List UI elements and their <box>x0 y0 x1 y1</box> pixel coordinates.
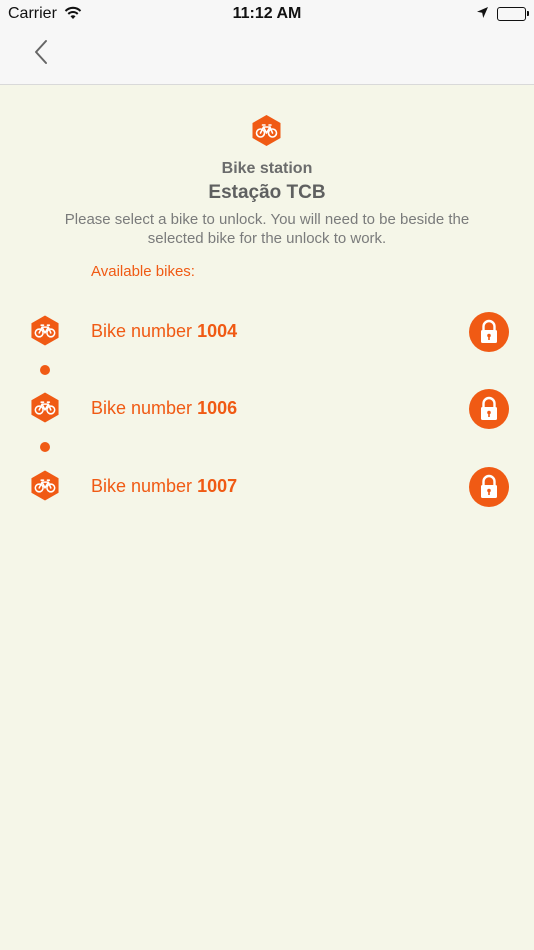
bike-station-icon <box>251 114 282 152</box>
station-type-label: Bike station <box>221 160 313 177</box>
bike-label: Bike number <box>91 321 198 341</box>
bike-number: 1007 <box>197 476 238 496</box>
bike-icon <box>30 314 60 352</box>
station-name: Estação TCB <box>208 182 326 203</box>
connector-dot <box>40 442 50 452</box>
bike-name: Bike number 1007 <box>91 476 237 497</box>
unlock-button[interactable] <box>469 312 509 352</box>
status-bar: Carrier 11:12 AM <box>0 0 534 28</box>
unlock-instructions: Please select a bike to unlock. You will… <box>64 211 470 247</box>
bike-label: Bike number <box>91 398 198 418</box>
back-button[interactable] <box>24 38 58 72</box>
available-bikes-heading: Available bikes: <box>91 263 195 280</box>
bike-label: Bike number <box>91 476 198 496</box>
bike-name: Bike number 1006 <box>91 398 237 419</box>
location-arrow-icon <box>476 6 489 24</box>
chevron-left-icon <box>35 40 47 64</box>
lock-icon <box>481 319 497 343</box>
unlock-button[interactable] <box>469 467 509 507</box>
bike-icon <box>30 469 60 507</box>
battery-icon <box>497 7 529 21</box>
bike-number: 1004 <box>197 321 238 341</box>
unlock-button[interactable] <box>469 389 509 429</box>
lock-icon <box>481 396 497 420</box>
bike-name: Bike number 1004 <box>91 321 237 342</box>
navigation-bar <box>0 28 534 85</box>
bike-row-1007[interactable]: Bike number 1007 <box>0 464 534 508</box>
status-time: 11:12 AM <box>232 5 302 22</box>
connector-dot <box>40 365 50 375</box>
lock-icon <box>481 474 497 498</box>
bike-row-1004[interactable]: Bike number 1004 <box>0 309 534 353</box>
bike-row-1006[interactable]: Bike number 1006 <box>0 386 534 430</box>
bike-icon <box>30 391 60 429</box>
bike-number: 1006 <box>197 398 238 418</box>
